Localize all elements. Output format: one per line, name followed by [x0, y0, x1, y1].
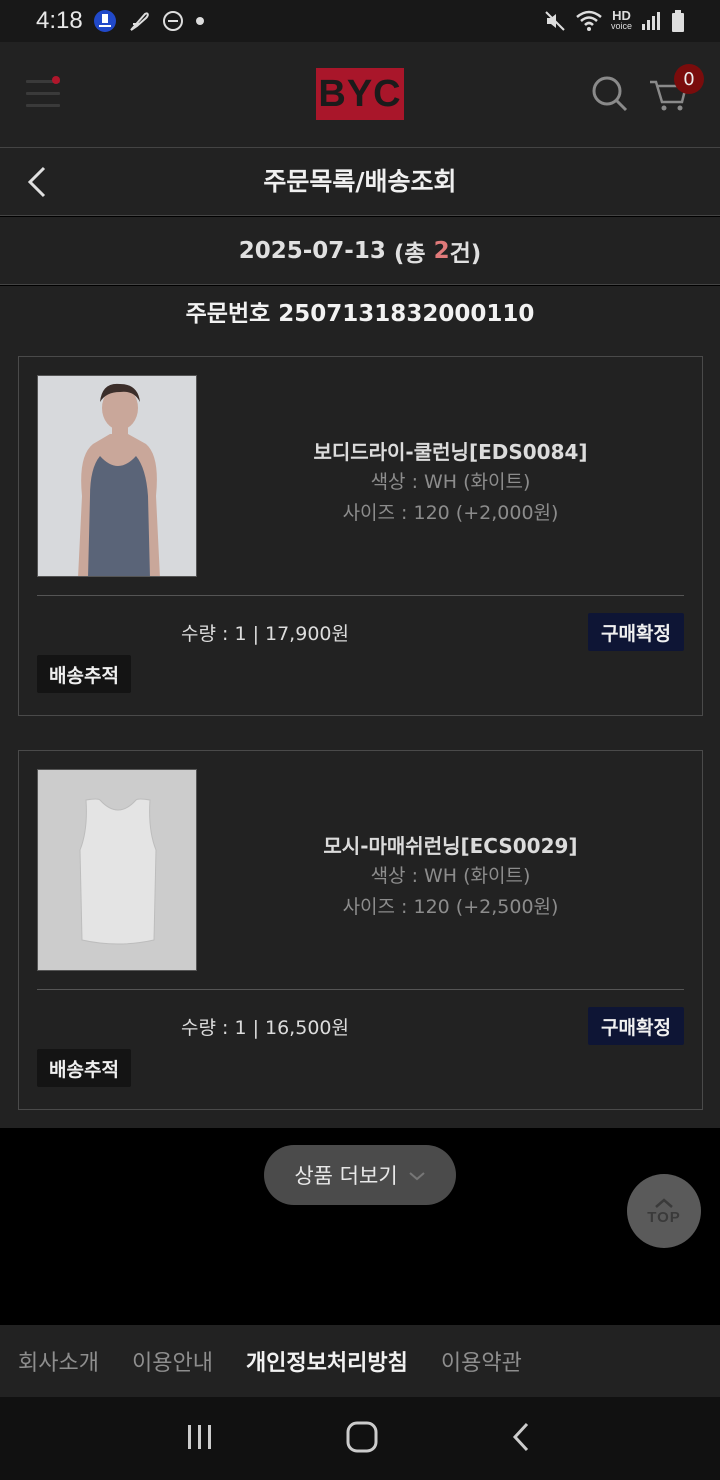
notification-dot-icon [52, 76, 60, 84]
back-icon[interactable] [507, 1420, 537, 1458]
purchase-confirm-button[interactable]: 구매확정 [588, 1007, 684, 1045]
hamburger-menu-button[interactable] [22, 72, 66, 116]
order-date-row: 2025-07-13 (총 2 건) [0, 217, 720, 285]
product-size: 사이즈 : 120 (+2,500원) [342, 896, 559, 918]
feather-icon [127, 9, 151, 33]
product-color: 색상 : WH (화이트) [370, 471, 531, 493]
product-name[interactable]: 모시-마매쉬런닝[ECS0029] [219, 831, 682, 861]
top-label: TOP [647, 1208, 681, 1226]
footer-link-privacy[interactable]: 개인정보처리방침 [246, 1345, 408, 1377]
signal-icon [640, 10, 662, 32]
mute-icon [543, 9, 567, 33]
product-info: 보디드라이-쿨런닝[EDS0084] 색상 : WH (화이트) 사이즈 : 1… [219, 437, 682, 529]
hd-voice-icon: HD voice [610, 8, 632, 31]
dot-icon [195, 16, 205, 26]
product-name[interactable]: 보디드라이-쿨런닝[EDS0084] [219, 437, 682, 467]
quantity-price: 수량 : 1 | 17,900원 [181, 623, 349, 645]
product-image-tank-top[interactable] [37, 769, 197, 971]
product-size: 사이즈 : 120 (+2,000원) [342, 502, 559, 524]
delivery-tracking-button[interactable]: 배송추적 [37, 655, 131, 693]
product-image-tank-top-model[interactable] [37, 375, 197, 577]
order-content: 주문번호 2507131832000110 보디드라이-쿨런닝[EDS0084]… [0, 286, 720, 1128]
order-count-suffix: 건) [449, 240, 482, 267]
order-list-page: 4:18 HD voice BYC 0 주문목록/배송조회 2025-07-13… [0, 0, 720, 1480]
scroll-to-top-button[interactable]: TOP [627, 1174, 701, 1248]
footer-links: 회사소개 이용안내 개인정보처리방침 이용약관 [0, 1325, 720, 1397]
footer-link-company[interactable]: 회사소개 [18, 1345, 99, 1377]
search-icon[interactable] [590, 74, 630, 114]
order-item-card: 보디드라이-쿨런닝[EDS0084] 색상 : WH (화이트) 사이즈 : 1… [18, 356, 703, 716]
quantity-price: 수량 : 1 | 16,500원 [181, 1017, 349, 1039]
order-date: 2025-07-13 [238, 237, 386, 264]
page-title: 주문목록/배송조회 [263, 167, 457, 196]
load-more-label: 상품 더보기 [294, 1164, 398, 1188]
delivery-tracking-button[interactable]: 배송추적 [37, 1049, 131, 1087]
order-count: 2 [433, 237, 450, 264]
cart-count-badge: 0 [674, 64, 704, 94]
purchase-confirm-button[interactable]: 구매확정 [588, 613, 684, 651]
product-color: 색상 : WH (화이트) [370, 865, 531, 887]
app-header: BYC [0, 42, 720, 148]
chevron-down-icon [408, 1163, 426, 1187]
wifi-icon [575, 9, 603, 33]
footer-link-guide[interactable]: 이용안내 [132, 1345, 213, 1377]
recent-apps-icon[interactable] [183, 1420, 217, 1458]
divider [37, 989, 684, 990]
load-more-products-button[interactable]: 상품 더보기 [264, 1145, 456, 1205]
chevron-up-icon [655, 1197, 673, 1208]
status-time: 4:18 [36, 7, 83, 34]
order-number: 주문번호 2507131832000110 [185, 301, 535, 327]
divider [37, 595, 684, 596]
battery-icon [670, 9, 686, 33]
product-info: 모시-마매쉬런닝[ECS0029] 색상 : WH (화이트) 사이즈 : 12… [219, 831, 682, 923]
order-count-prefix: (총 [393, 240, 434, 267]
do-not-disturb-icon [161, 9, 185, 33]
system-navigation-bar [0, 1397, 720, 1480]
home-icon[interactable] [344, 1419, 380, 1459]
footer-link-terms[interactable]: 이용약관 [441, 1345, 522, 1377]
app-notification-icon [93, 9, 117, 33]
title-bar: 주문목록/배송조회 [0, 148, 720, 216]
order-item-card: 모시-마매쉬런닝[ECS0029] 색상 : WH (화이트) 사이즈 : 12… [18, 750, 703, 1110]
byc-logo[interactable]: BYC [316, 68, 404, 120]
status-bar: 4:18 HD voice [0, 0, 720, 42]
